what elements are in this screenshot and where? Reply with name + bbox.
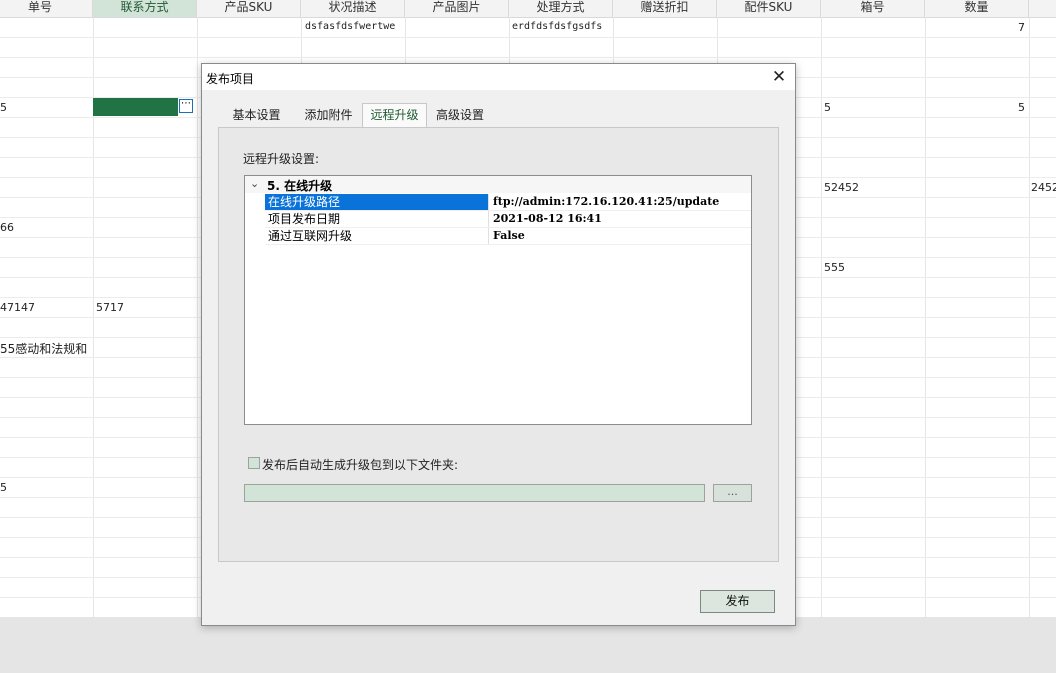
cell-box-r13[interactable]: 555: [824, 261, 845, 274]
column-header-quantity[interactable]: 数量: [925, 0, 1029, 17]
chevron-down-icon[interactable]: ⌄: [250, 177, 259, 190]
auto-generate-checkbox[interactable]: [248, 457, 260, 469]
column-header-box-no[interactable]: 箱号: [821, 0, 925, 17]
column-header-contact[interactable]: 联系方式: [93, 0, 197, 17]
cell-ellipsis-button[interactable]: ⋯: [179, 99, 193, 113]
tab-basic-settings[interactable]: 基本设置: [218, 104, 295, 126]
cell-order-r17[interactable]: 55感动和法规和: [0, 340, 87, 357]
grid-row-line: [0, 57, 1056, 58]
property-name: 在线升级路径: [265, 194, 489, 210]
tab-add-attachments[interactable]: 添加附件: [295, 104, 362, 126]
property-category-row[interactable]: ⌄ 5. 在线升级: [245, 176, 751, 193]
property-name: 通过互联网升级: [265, 228, 489, 244]
cell-desc-r1[interactable]: dsfasfdsfwertwe: [305, 21, 395, 32]
tab-strip: 基本设置 添加附件 远程升级 高级设置: [218, 103, 780, 128]
publish-button[interactable]: 发布: [700, 590, 775, 613]
selected-cell[interactable]: [93, 98, 178, 116]
output-folder-input[interactable]: [244, 484, 705, 502]
cell-box-r5[interactable]: 5: [824, 101, 831, 114]
property-value[interactable]: False: [491, 228, 753, 244]
cell-order-r11[interactable]: 66: [0, 221, 14, 234]
dialog-titlebar[interactable]: 发布项目 ✕: [202, 64, 795, 90]
column-header-row: 单号 联系方式 产品SKU 状况描述 产品图片 处理方式 赠送折扣 配件SKU …: [0, 0, 1056, 18]
property-value[interactable]: 2021-08-12 16:41: [491, 211, 753, 227]
column-header-accessory-sku[interactable]: 配件SKU: [717, 0, 821, 17]
publish-project-dialog: 发布项目 ✕ 基本设置 添加附件 远程升级 高级设置 远程升级设置: ⌄ 5. …: [201, 63, 796, 626]
cell-qty-r1[interactable]: 7: [1018, 21, 1025, 34]
remote-upgrade-panel: 远程升级设置: ⌄ 5. 在线升级 在线升级路径 ftp://admin:172…: [218, 127, 779, 562]
cell-order-r24[interactable]: 5: [0, 481, 7, 494]
property-row-publish-date[interactable]: 项目发布日期 2021-08-12 16:41: [265, 211, 751, 228]
property-row-upgrade-path[interactable]: 在线升级路径 ftp://admin:172.16.120.41:25/upda…: [265, 194, 751, 211]
property-name: 项目发布日期: [265, 211, 489, 227]
auto-generate-label[interactable]: 发布后自动生成升级包到以下文件夹:: [262, 456, 458, 473]
column-header-product-sku[interactable]: 产品SKU: [197, 0, 301, 17]
column-header-order-no[interactable]: 单号: [0, 0, 93, 17]
dialog-title: 发布项目: [206, 72, 255, 86]
cell-qty-r5[interactable]: 5: [1018, 101, 1025, 114]
cell-box-r9[interactable]: 52452: [824, 181, 859, 194]
category-label: 5. 在线升级: [267, 179, 333, 193]
section-label: 远程升级设置:: [243, 152, 320, 166]
tab-remote-upgrade[interactable]: 远程升级: [362, 103, 427, 127]
property-grid[interactable]: ⌄ 5. 在线升级 在线升级路径 ftp://admin:172.16.120.…: [244, 175, 752, 425]
column-header-discount[interactable]: 赠送折扣: [613, 0, 717, 17]
cell-method-r1[interactable]: erdfdsfdsfgsdfs: [512, 21, 602, 32]
column-header-product-image[interactable]: 产品图片: [405, 0, 509, 17]
property-row-internet-upgrade[interactable]: 通过互联网升级 False: [265, 228, 751, 245]
cell-order-r5[interactable]: 5: [0, 101, 7, 114]
column-header-condition[interactable]: 状况描述: [301, 0, 405, 17]
property-value[interactable]: ftp://admin:172.16.120.41:25/update: [491, 194, 753, 210]
cell-contact-r15[interactable]: 5717: [96, 301, 124, 314]
column-header-handling[interactable]: 处理方式: [509, 0, 613, 17]
tab-advanced-settings[interactable]: 高级设置: [427, 104, 493, 126]
grid-row-line: [0, 37, 1056, 38]
cell-extra-r9[interactable]: 2452: [1031, 181, 1056, 194]
column-header-extra[interactable]: [1029, 0, 1056, 17]
browse-folder-button[interactable]: ...: [713, 484, 752, 502]
close-icon[interactable]: ✕: [763, 64, 795, 90]
cell-order-r15[interactable]: 47147: [0, 301, 35, 314]
